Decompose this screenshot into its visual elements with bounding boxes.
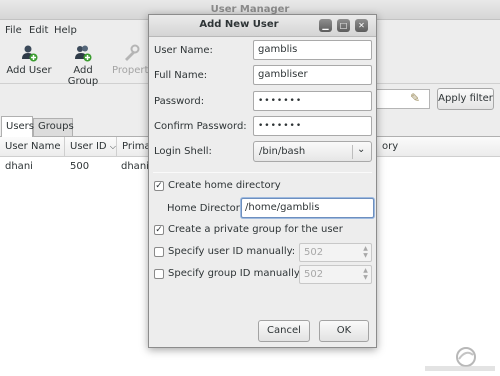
full-name-label: Full Name: xyxy=(154,70,208,81)
gid-spinner[interactable]: 502 ▲ ▼ xyxy=(299,265,372,284)
user-name-input[interactable]: gamblis xyxy=(253,40,372,60)
menu-file[interactable]: File xyxy=(5,25,22,36)
menu-help[interactable]: Help xyxy=(54,25,77,36)
specify-gid-label: Specify group ID manually: xyxy=(168,268,303,279)
password-label: Password: xyxy=(154,96,205,107)
login-shell-select[interactable]: /bin/bash ⌄ xyxy=(253,141,372,162)
add-group-icon xyxy=(74,44,92,62)
apply-filter-button[interactable]: Apply filter xyxy=(437,88,494,110)
create-home-checkbox[interactable]: ✓ xyxy=(154,181,164,191)
tab-users[interactable]: Users xyxy=(1,116,34,137)
home-directory-label: Home Directory: xyxy=(167,203,249,214)
tab-groups[interactable]: Groups xyxy=(33,118,74,136)
gid-value: 502 xyxy=(304,269,324,280)
column-primary[interactable]: Primary xyxy=(117,137,152,157)
uid-spinner[interactable]: 502 ▲ ▼ xyxy=(299,243,372,262)
create-home-label: Create home directory xyxy=(168,180,281,191)
column-directory[interactable]: ory xyxy=(377,137,500,157)
add-group-label: Add Group xyxy=(67,65,99,87)
spinner-arrows-icon[interactable]: ▲ ▼ xyxy=(361,245,370,260)
add-user-button[interactable]: Add User xyxy=(6,42,52,82)
sort-chevron-icon: ⌵ xyxy=(109,142,116,151)
properties-icon xyxy=(122,44,140,62)
close-icon[interactable]: ✕ xyxy=(355,19,368,32)
confirm-password-label: Confirm Password: xyxy=(154,121,247,132)
add-group-button[interactable]: Add Group xyxy=(57,42,109,87)
column-user-id[interactable]: User ID ⌵ xyxy=(65,137,117,157)
column-user-id-label: User ID xyxy=(70,141,107,152)
dialog-title: Add New User xyxy=(199,19,279,30)
cell-user-name: dhani xyxy=(5,161,33,172)
cancel-button[interactable]: Cancel xyxy=(258,320,310,342)
specify-uid-label: Specify user ID manually: xyxy=(168,246,296,257)
maximize-icon[interactable]: □ xyxy=(337,19,350,32)
chevron-down-icon: ⌄ xyxy=(357,144,366,155)
column-user-name[interactable]: User Name xyxy=(0,137,65,157)
add-new-user-dialog: Add New User ▁ □ ✕ User Name: gamblis Fu… xyxy=(148,14,377,348)
private-group-checkbox[interactable]: ✓ xyxy=(154,225,164,235)
home-directory-input[interactable]: /home/gamblis xyxy=(241,198,374,218)
login-shell-label: Login Shell: xyxy=(154,146,212,157)
ok-button[interactable]: OK xyxy=(319,320,369,342)
add-user-label: Add User xyxy=(6,65,52,76)
minimize-icon[interactable]: ▁ xyxy=(319,19,332,32)
divider xyxy=(153,172,372,173)
dialog-title-bar[interactable]: Add New User ▁ □ ✕ xyxy=(149,15,376,37)
add-user-icon xyxy=(20,44,38,62)
properties-button[interactable]: Properties xyxy=(112,42,152,82)
login-shell-value: /bin/bash xyxy=(259,146,306,157)
password-input[interactable]: ••••••• xyxy=(253,91,372,111)
spinner-arrows-icon[interactable]: ▲ ▼ xyxy=(361,267,370,282)
cell-user-id: 500 xyxy=(70,161,90,172)
properties-label: Properties xyxy=(112,65,152,76)
watermark-logo xyxy=(423,345,498,373)
specify-gid-checkbox[interactable] xyxy=(154,269,164,279)
confirm-password-input[interactable]: ••••••• xyxy=(253,116,372,136)
clear-icon[interactable]: ✎ xyxy=(410,91,424,105)
user-name-label: User Name: xyxy=(154,45,213,56)
menu-edit[interactable]: Edit xyxy=(29,25,48,36)
private-group-label: Create a private group for the user xyxy=(168,224,343,235)
specify-uid-checkbox[interactable] xyxy=(154,247,164,257)
combo-separator xyxy=(352,145,353,159)
full-name-input[interactable]: gambliser xyxy=(253,65,372,85)
cell-primary: dhani xyxy=(121,161,149,172)
uid-value: 502 xyxy=(304,247,324,258)
